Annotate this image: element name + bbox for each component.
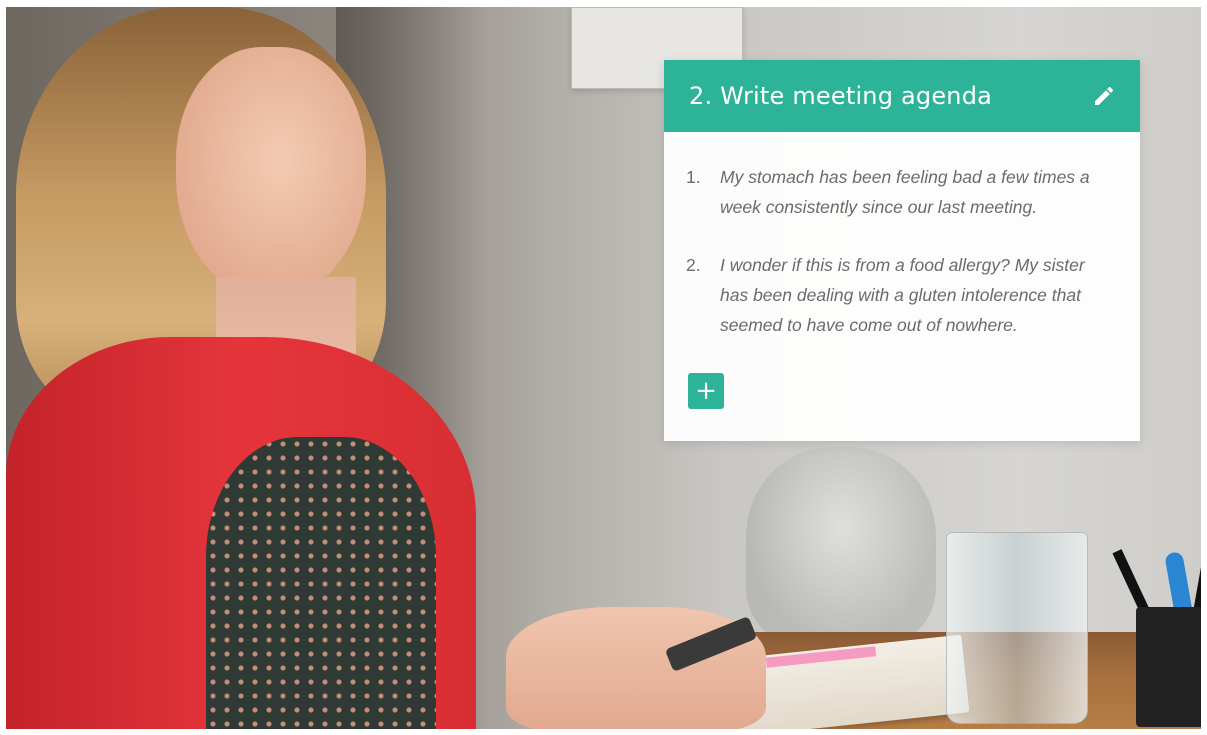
person-face (176, 47, 366, 297)
pencil-icon (1095, 86, 1114, 105)
add-item-button[interactable]: + (688, 373, 724, 409)
agenda-list: 1. My stomach has been feeling bad a few… (686, 162, 1100, 340)
card-header: 2. Write meeting agenda (664, 60, 1140, 132)
agenda-item[interactable]: 1. My stomach has been feeling bad a few… (686, 162, 1100, 222)
item-text: My stomach has been feeling bad a few ti… (720, 167, 1090, 217)
edit-button[interactable] (1090, 82, 1118, 110)
patterned-dress (206, 437, 436, 729)
card-body: 1. My stomach has been feeling bad a few… (664, 132, 1140, 340)
plus-icon: + (695, 376, 717, 406)
glass-lamp (746, 447, 936, 647)
agenda-card: 2. Write meeting agenda 1. My stomach ha… (664, 60, 1140, 441)
item-number: 2. (686, 255, 701, 275)
card-title: 2. Write meeting agenda (689, 82, 993, 110)
pen-cup (1136, 607, 1201, 727)
agenda-item[interactable]: 2. I wonder if this is from a food aller… (686, 250, 1100, 340)
item-number: 1. (686, 167, 701, 187)
water-glass (946, 532, 1088, 724)
item-text: I wonder if this is from a food allergy?… (720, 255, 1085, 335)
